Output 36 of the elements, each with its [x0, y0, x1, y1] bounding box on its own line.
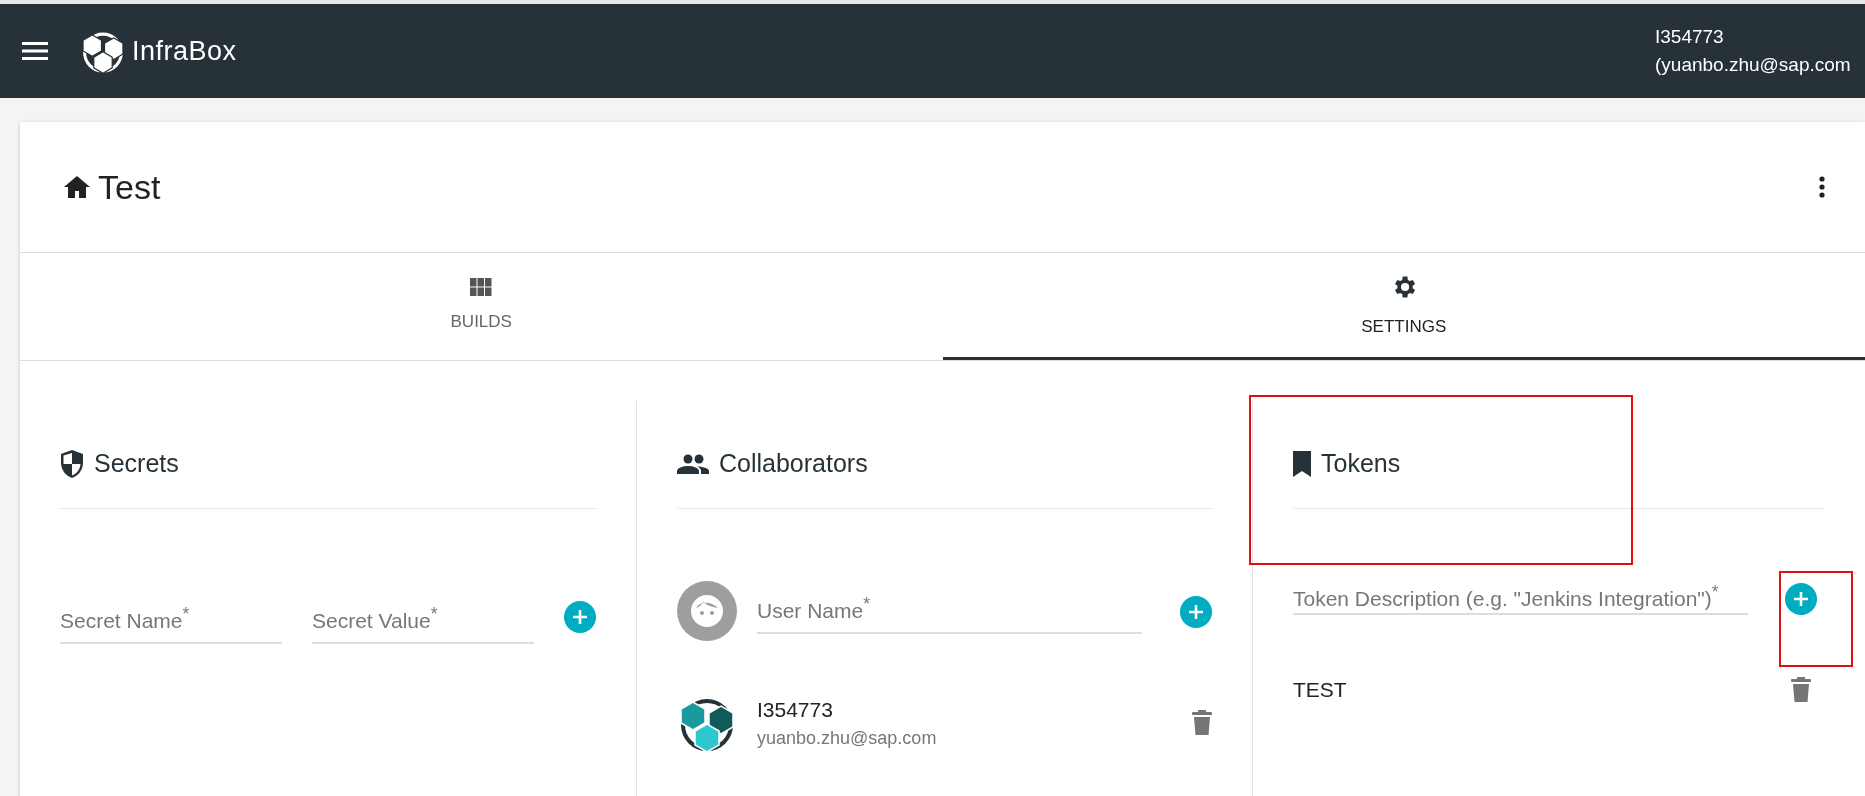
- add-button[interactable]: [1180, 596, 1212, 628]
- bookmark-icon: [1293, 450, 1311, 477]
- home-icon: [64, 176, 90, 198]
- user-id: I354773: [1655, 26, 1725, 48]
- member-name: I354773: [757, 697, 834, 722]
- delete-button[interactable]: [1791, 677, 1811, 703]
- grid-icon: [470, 278, 493, 296]
- people-icon: [677, 453, 709, 474]
- plus-icon: [572, 609, 588, 625]
- input-field[interactable]: Token Description (e.g. "Jenkins Integration")$^{*}$: [1293, 577, 1748, 615]
- add-button[interactable]: [1785, 583, 1817, 615]
- shield-icon: [60, 449, 84, 478]
- menu-button[interactable]: [22, 41, 48, 61]
- input-field[interactable]: Secret Name$^{*}$: [60, 599, 282, 644]
- menu-icon: [22, 41, 48, 61]
- more-vertical-icon: [1819, 176, 1825, 198]
- secrets-heading: Secrets: [94, 449, 179, 478]
- tokens-heading: Tokens: [1321, 449, 1401, 478]
- avatar-icon: [677, 581, 737, 641]
- plus-icon: [1793, 591, 1809, 607]
- app-logo-text: InfraBox: [132, 35, 237, 67]
- collaborators-heading: Collaborators: [719, 449, 868, 478]
- plus-icon: [1188, 604, 1204, 620]
- more-button[interactable]: [1819, 176, 1825, 198]
- member-email: yuanbo.zhu@sap.com: [757, 727, 937, 749]
- user-email: (yuanbo.zhu@sap.com: [1655, 54, 1852, 76]
- trash-icon: [1791, 677, 1811, 703]
- input-field[interactable]: User Name$^{*}$: [757, 588, 1142, 634]
- trash-icon: [1192, 710, 1212, 736]
- tab[interactable]: SETTINGS: [942, 253, 1865, 360]
- delete-button[interactable]: [1192, 710, 1212, 736]
- project-title: Test: [98, 167, 161, 207]
- input-field[interactable]: Secret Value$^{*}$: [312, 599, 534, 644]
- tab[interactable]: BUILDS: [20, 253, 943, 360]
- add-button[interactable]: [564, 601, 596, 633]
- token-name: TEST: [1293, 678, 1347, 702]
